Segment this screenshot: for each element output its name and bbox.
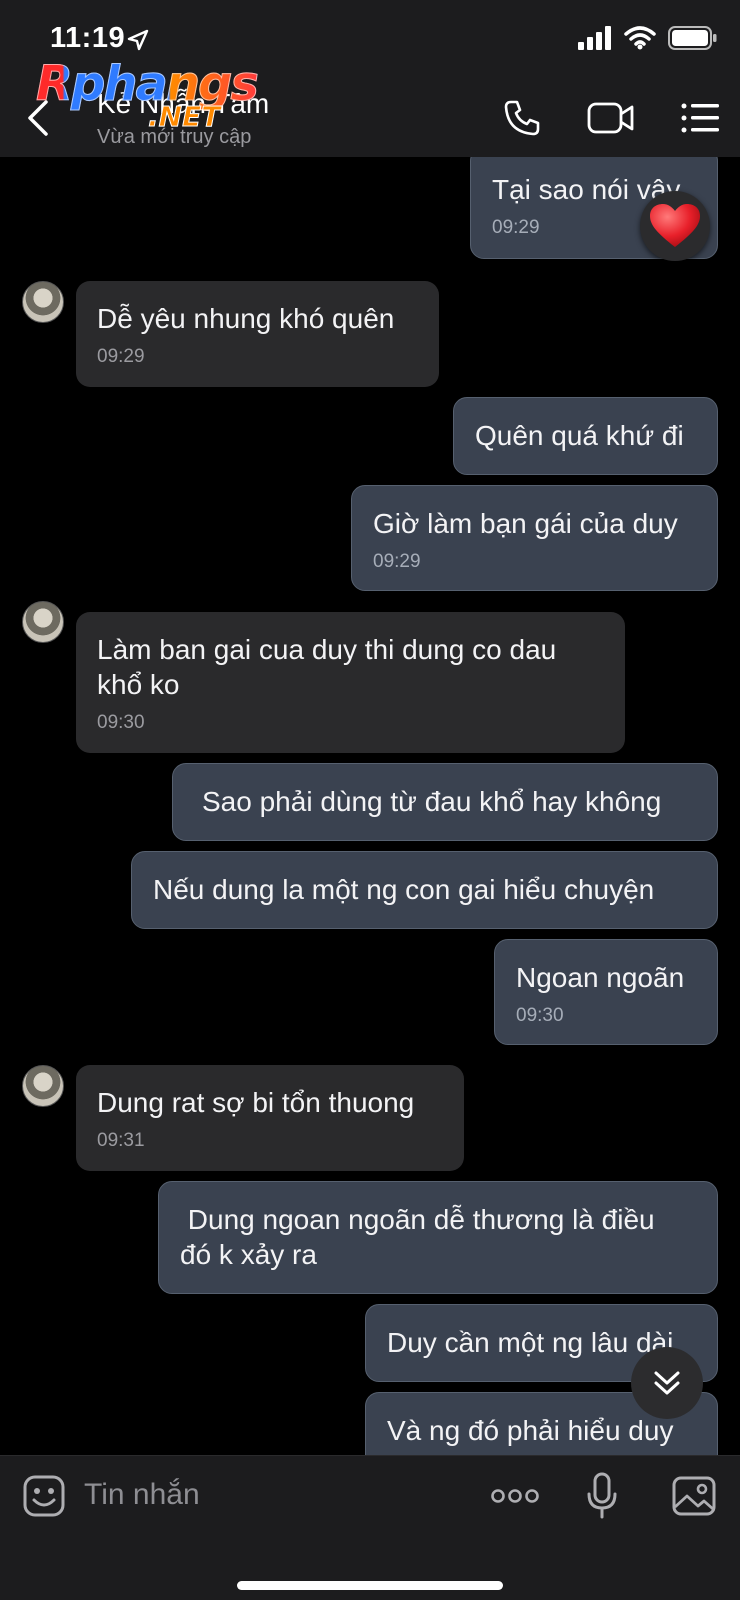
microphone-icon bbox=[587, 1472, 617, 1519]
phone-icon bbox=[504, 100, 540, 136]
message-text-line2: khổ ko bbox=[97, 669, 180, 700]
battery-icon bbox=[668, 26, 717, 50]
call-button[interactable] bbox=[500, 96, 544, 140]
contact-name: Kẻ Nhẫn Tâm bbox=[97, 88, 270, 119]
message-bubble-outgoing[interactable]: Nếu dung la một ng con gai hiểu chuyện bbox=[131, 851, 718, 929]
message-time: 09:30 bbox=[97, 712, 145, 733]
status-icons bbox=[578, 26, 718, 50]
avatar[interactable] bbox=[22, 1065, 64, 1107]
top-bar: 11:19 Kẻ Nhẫn Tâm Vừa mới truy cập Rphan… bbox=[0, 0, 740, 157]
video-camera-icon bbox=[587, 102, 634, 134]
location-arrow-icon bbox=[127, 29, 149, 51]
message-text: Dung rat sợ bi tổn thuong bbox=[97, 1087, 415, 1118]
message-bubble-outgoing[interactable]: Sao phải dùng từ đau khổ hay không bbox=[172, 763, 718, 841]
message-bubble-outgoing[interactable]: Quên quá khứ đi bbox=[453, 397, 718, 475]
message-time: 09:30 bbox=[516, 1005, 564, 1026]
image-icon bbox=[672, 1476, 716, 1516]
message-text-line1: Dung ngoan ngoãn dễ thương là điều bbox=[180, 1204, 655, 1235]
avatar[interactable] bbox=[22, 601, 64, 643]
message-text: Giờ làm bạn gái của duy bbox=[373, 508, 678, 539]
message-text: Và ng đó phải hiểu duy bbox=[387, 1415, 674, 1446]
ellipsis-icon bbox=[491, 1489, 539, 1503]
message-text-line2: đó k xảy ra bbox=[180, 1239, 317, 1270]
chat-area[interactable]: Tại sao nói vậy 09:29 Dễ yêu nhung khó q… bbox=[0, 157, 740, 1455]
message-text: Dễ yêu nhung khó quên bbox=[97, 303, 395, 334]
list-menu-icon bbox=[681, 103, 719, 133]
message-time: 09:29 bbox=[373, 551, 421, 572]
wifi-icon bbox=[624, 26, 656, 50]
message-bubble-incoming[interactable]: Dung rat sợ bi tổn thuong 09:31 bbox=[76, 1065, 464, 1171]
message-text-line1: Làm ban gai cua duy thi dung co dau bbox=[97, 634, 557, 665]
status-time: 11:19 bbox=[50, 22, 126, 54]
message-bubble-incoming[interactable]: Dễ yêu nhung khó quên 09:29 bbox=[76, 281, 439, 387]
message-input-bar: Tin nhắn bbox=[0, 1455, 740, 1600]
message-text: Sao phải dùng từ đau khổ hay không bbox=[202, 786, 662, 817]
message-text: Quên quá khứ đi bbox=[475, 420, 684, 451]
message-bubble-outgoing[interactable]: Dung ngoan ngoãn dễ thương là điều đó k … bbox=[158, 1181, 718, 1294]
more-options-button[interactable] bbox=[490, 1472, 540, 1520]
gallery-button[interactable] bbox=[670, 1472, 718, 1520]
message-input[interactable]: Tin nhắn bbox=[84, 1478, 200, 1512]
avatar[interactable] bbox=[22, 281, 64, 323]
emoji-button[interactable] bbox=[20, 1472, 68, 1520]
scroll-to-bottom-button[interactable] bbox=[631, 1347, 703, 1419]
home-indicator[interactable] bbox=[237, 1581, 503, 1590]
back-chevron-icon[interactable] bbox=[22, 96, 58, 140]
message-time: 09:31 bbox=[97, 1130, 145, 1151]
sticker-smile-icon bbox=[23, 1475, 65, 1517]
heart-reaction[interactable] bbox=[640, 191, 710, 261]
contact-status: Vừa mới truy cập bbox=[97, 126, 252, 148]
menu-button[interactable] bbox=[680, 96, 720, 140]
message-time: 09:29 bbox=[97, 346, 145, 367]
contact-info[interactable]: Kẻ Nhẫn Tâm Vừa mới truy cập bbox=[97, 88, 269, 149]
message-bubble-outgoing[interactable]: Ngoan ngoãn 09:30 bbox=[494, 939, 718, 1045]
heart-icon bbox=[650, 204, 700, 247]
double-chevron-down-icon bbox=[654, 1371, 680, 1395]
video-call-button[interactable] bbox=[586, 96, 636, 140]
voice-record-button[interactable] bbox=[582, 1472, 622, 1520]
signal-icon bbox=[578, 26, 611, 50]
message-bubble-incoming[interactable]: Làm ban gai cua duy thi dung co dau khổ … bbox=[76, 612, 625, 753]
message-bubble-outgoing[interactable]: Giờ làm bạn gái của duy 09:29 bbox=[351, 485, 718, 591]
message-text: Nếu dung la một ng con gai hiểu chuyện bbox=[153, 874, 655, 905]
message-text: Ngoan ngoãn bbox=[516, 962, 685, 993]
